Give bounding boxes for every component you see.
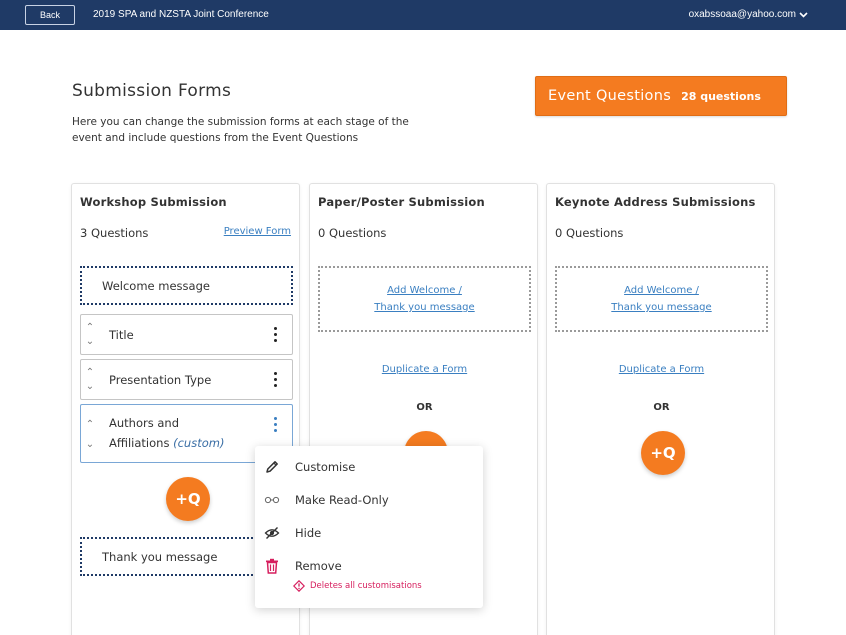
question-row[interactable]: ⌃ ⌄ Title xyxy=(80,314,293,355)
preview-form-link[interactable]: Preview Form xyxy=(224,226,291,237)
card-title: Paper/Poster Submission xyxy=(318,195,485,209)
menu-item-remove[interactable]: Remove xyxy=(255,553,483,579)
card-title: Workshop Submission xyxy=(80,195,227,209)
trash-icon xyxy=(263,557,281,575)
card-title: Keynote Address Submissions xyxy=(555,195,756,209)
back-button[interactable]: Back xyxy=(25,5,75,25)
question-context-menu: Customise Make Read-Only Hide Remove Del… xyxy=(255,446,483,608)
remove-warning: Deletes all customisations xyxy=(293,580,422,592)
question-label-line2: Affiliations (custom) xyxy=(109,436,225,450)
form-card-keynote: Keynote Address Submissions 0 Questions … xyxy=(546,183,775,635)
add-question-button[interactable]: +Q xyxy=(166,477,210,521)
event-questions-label: Event Questions xyxy=(548,88,672,104)
duplicate-form-link[interactable]: Duplicate a Form xyxy=(310,364,539,375)
question-label: Title xyxy=(109,328,134,342)
add-welcome-link[interactable]: Add Welcome / xyxy=(624,282,699,299)
add-question-button[interactable]: +Q xyxy=(641,431,685,475)
welcome-message-label: Welcome message xyxy=(102,278,210,293)
chevron-down-icon[interactable]: ⌄ xyxy=(86,335,94,349)
thank-you-link[interactable]: Thank you message xyxy=(374,299,474,316)
custom-tag: (custom) xyxy=(173,436,225,450)
menu-item-label: Remove xyxy=(295,559,342,573)
chevron-down-icon[interactable]: ⌄ xyxy=(86,380,94,394)
add-welcome-thank-you-box[interactable]: Add Welcome / Thank you message xyxy=(318,266,531,332)
question-label: Authors and Affiliations (custom) xyxy=(109,413,224,453)
reorder-arrows[interactable]: ⌃ ⌄ xyxy=(85,415,95,455)
menu-item-label: Hide xyxy=(295,526,322,540)
thank-you-message-label: Thank you message xyxy=(102,549,218,564)
question-count: 0 Questions xyxy=(318,226,387,240)
more-options-icon[interactable] xyxy=(274,417,278,432)
page-description: Here you can change the submission forms… xyxy=(72,116,409,144)
chevron-down-icon xyxy=(799,11,808,18)
menu-item-customise[interactable]: Customise xyxy=(255,454,483,480)
user-email: oxabssoaa@yahoo.com xyxy=(688,9,796,20)
reorder-arrows[interactable]: ⌃ ⌄ xyxy=(85,321,95,349)
conference-title: 2019 SPA and NZSTA Joint Conference xyxy=(93,9,269,20)
menu-item-label: Customise xyxy=(295,460,356,474)
menu-item-hide[interactable]: Hide xyxy=(255,520,483,546)
question-label-line1: Authors and xyxy=(109,416,179,430)
warning-diamond-icon xyxy=(293,580,305,592)
eye-slash-icon xyxy=(263,524,281,542)
or-separator: OR xyxy=(653,402,670,413)
user-menu[interactable]: oxabssoaa@yahoo.com xyxy=(689,9,808,20)
add-welcome-thank-you-box[interactable]: Add Welcome / Thank you message xyxy=(555,266,768,332)
question-label: Presentation Type xyxy=(109,373,212,387)
question-count: 3 Questions xyxy=(80,226,149,240)
menu-item-make-read-only[interactable]: Make Read-Only xyxy=(255,487,483,513)
pencil-icon xyxy=(263,458,281,476)
menu-item-label: Make Read-Only xyxy=(295,493,389,507)
thank-you-link[interactable]: Thank you message xyxy=(611,299,711,316)
chevron-up-icon[interactable]: ⌃ xyxy=(86,415,94,435)
reorder-arrows[interactable]: ⌃ ⌄ xyxy=(85,366,95,394)
add-welcome-link[interactable]: Add Welcome / xyxy=(387,282,462,299)
chevron-up-icon[interactable]: ⌃ xyxy=(86,321,94,335)
chevron-up-icon[interactable]: ⌃ xyxy=(86,366,94,380)
event-questions-count: 28 questions xyxy=(681,89,761,103)
welcome-message-box[interactable]: Welcome message xyxy=(80,266,293,305)
duplicate-form-link[interactable]: Duplicate a Form xyxy=(547,364,776,375)
or-separator: OR xyxy=(416,402,433,413)
page-title: Submission Forms xyxy=(72,81,232,101)
more-options-icon[interactable] xyxy=(274,372,278,387)
question-count: 0 Questions xyxy=(555,226,624,240)
more-options-icon[interactable] xyxy=(274,327,278,342)
chevron-down-icon[interactable]: ⌄ xyxy=(86,435,94,455)
glasses-icon xyxy=(263,491,281,509)
event-questions-button[interactable]: Event Questions 28 questions xyxy=(535,76,787,116)
question-row[interactable]: ⌃ ⌄ Presentation Type xyxy=(80,359,293,400)
top-bar: Back 2019 SPA and NZSTA Joint Conference… xyxy=(0,0,846,30)
remove-warning-text: Deletes all customisations xyxy=(310,581,422,591)
